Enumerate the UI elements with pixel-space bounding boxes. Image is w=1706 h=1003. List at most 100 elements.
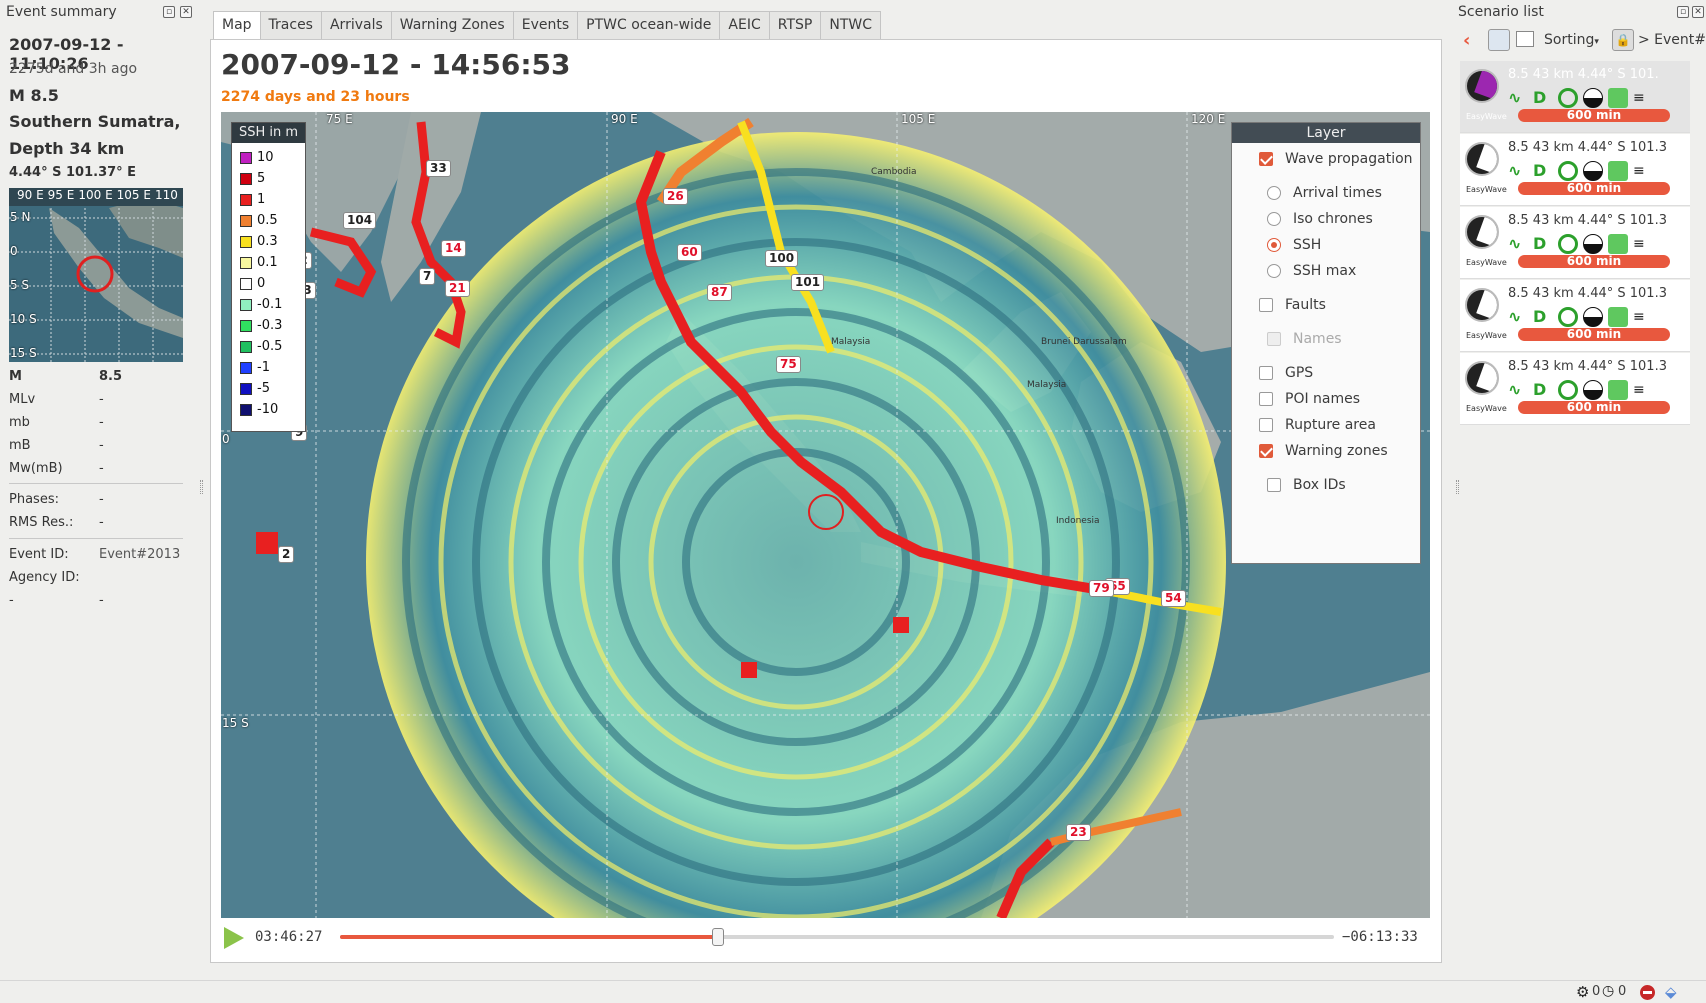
checkbox-icon[interactable] bbox=[1259, 392, 1273, 406]
lon-label: 90 E bbox=[611, 112, 638, 126]
layer-warning-zones[interactable]: Warning zones bbox=[1259, 443, 1388, 459]
mag-value: - bbox=[99, 461, 104, 476]
layer-box-ids[interactable]: Box IDs bbox=[1267, 477, 1346, 493]
scenario-item[interactable]: 8.5 43 km 4.44° S 101.3 ∿ D ≡ EasyWave 6… bbox=[1460, 280, 1690, 352]
layer-faults[interactable]: Faults bbox=[1259, 297, 1326, 313]
timeline-slider[interactable] bbox=[340, 928, 1334, 946]
divider bbox=[9, 483, 183, 484]
connection-icon[interactable]: ⬙ bbox=[1665, 983, 1677, 1001]
event-filter[interactable]: > Event#2 bbox=[1638, 32, 1706, 48]
radio-icon[interactable] bbox=[1267, 238, 1281, 252]
checkbox-icon[interactable] bbox=[1259, 444, 1273, 458]
zone-badge[interactable]: 26 bbox=[663, 188, 688, 205]
overview-minimap[interactable]: 90 E 95 E 100 E 105 E 110 5 N 0 5 S 10 S… bbox=[9, 188, 183, 362]
zone-badge[interactable]: 33 bbox=[426, 160, 451, 177]
timeline-handle[interactable] bbox=[711, 928, 724, 946]
scenario-status-icons: ∿ D ≡ bbox=[1508, 234, 1653, 254]
tab-events[interactable]: Events bbox=[513, 11, 579, 40]
halfdisk-icon bbox=[1583, 88, 1603, 108]
back-icon[interactable]: ‹ bbox=[1463, 30, 1470, 51]
gear-icon[interactable]: ⚙ bbox=[1576, 983, 1589, 1001]
tab-aeic[interactable]: AEIC bbox=[720, 11, 770, 40]
layer-poi-names[interactable]: POI names bbox=[1259, 391, 1360, 407]
beachball-icon bbox=[1465, 142, 1499, 176]
sorting-dropdown[interactable]: Sorting▾ bbox=[1544, 32, 1599, 48]
float-icon[interactable]: ▫ bbox=[163, 6, 175, 18]
tab-ntwc[interactable]: NTWC bbox=[821, 11, 881, 40]
play-icon[interactable] bbox=[224, 927, 244, 949]
checkbox-icon[interactable] bbox=[1267, 478, 1281, 492]
layer-wave-propagation[interactable]: Wave propagation bbox=[1259, 151, 1413, 167]
place-label: Brunei Darussalam bbox=[1041, 337, 1127, 347]
tab-rtsp[interactable]: RTSP bbox=[769, 11, 822, 40]
layer-ssh-max[interactable]: SSH max bbox=[1267, 263, 1356, 279]
clock-icon[interactable]: ◷ bbox=[1602, 983, 1614, 999]
detail-view-icon[interactable] bbox=[1516, 31, 1534, 47]
zone-badge[interactable]: 54 bbox=[1161, 590, 1186, 607]
zone-badge[interactable]: 104 bbox=[343, 212, 377, 229]
zone-badge[interactable]: 60 bbox=[677, 244, 702, 261]
layer-rupture-area[interactable]: Rupture area bbox=[1259, 417, 1376, 433]
dataset-icon: D bbox=[1533, 307, 1547, 326]
mag-label: Mw(mB) bbox=[9, 461, 63, 476]
dataset-icon: D bbox=[1533, 380, 1547, 399]
mag-label: MLv bbox=[9, 392, 36, 407]
layer-ssh[interactable]: SSH bbox=[1267, 237, 1321, 253]
zone-badge[interactable]: 79 bbox=[1089, 580, 1114, 597]
layer-gps[interactable]: GPS bbox=[1259, 365, 1313, 381]
scenario-item[interactable]: 8.5 43 km 4.44° S 101.3 ∿ D ≡ EasyWave 6… bbox=[1460, 207, 1690, 279]
duration-bar: 600 min bbox=[1518, 401, 1670, 414]
beachball-icon bbox=[1465, 361, 1499, 395]
stop-icon[interactable] bbox=[1640, 985, 1655, 1000]
seismo-icon: ≡ bbox=[1633, 163, 1645, 179]
checkbox-icon[interactable] bbox=[1259, 152, 1273, 166]
float-icon[interactable]: ▫ bbox=[1677, 6, 1689, 18]
layer-arrival-times[interactable]: Arrival times bbox=[1267, 185, 1382, 201]
radio-icon[interactable] bbox=[1267, 264, 1281, 278]
zone-badge[interactable]: 87 bbox=[707, 284, 732, 301]
simulation-age: 2274 days and 23 hours bbox=[221, 89, 410, 105]
zone-badge[interactable]: 75 bbox=[776, 356, 801, 373]
zone-badge[interactable]: 23 bbox=[1066, 824, 1091, 841]
beachball-icon bbox=[1465, 288, 1499, 322]
checkbox-icon[interactable] bbox=[1259, 418, 1273, 432]
close-icon[interactable]: ✕ bbox=[180, 6, 192, 18]
list-view-icon[interactable] bbox=[1488, 29, 1510, 51]
checkbox-icon[interactable] bbox=[1259, 366, 1273, 380]
tab-traces[interactable]: Traces bbox=[260, 11, 322, 40]
scenario-item[interactable]: 8.5 43 km 4.44° S 101.3 ∿ D ≡ EasyWave 6… bbox=[1460, 353, 1690, 425]
target-icon bbox=[1558, 380, 1578, 400]
radio-icon[interactable] bbox=[1267, 186, 1281, 200]
layer-iso-chrones[interactable]: Iso chrones bbox=[1267, 211, 1373, 227]
zone-badge[interactable]: 14 bbox=[441, 240, 466, 257]
zone-badge[interactable]: 101 bbox=[791, 274, 825, 291]
splitter-handle[interactable] bbox=[200, 480, 203, 494]
waveform-icon: ∿ bbox=[1508, 88, 1522, 107]
legend-label: -10 bbox=[257, 402, 279, 417]
zone-badge[interactable]: 7 bbox=[419, 268, 436, 285]
checkbox-icon[interactable] bbox=[1259, 298, 1273, 312]
zone-badge[interactable]: 21 bbox=[445, 280, 470, 297]
lock-icon[interactable]: 🔒 bbox=[1612, 29, 1634, 51]
zone-badge[interactable]: 2 bbox=[278, 546, 295, 563]
layer-label: Iso chrones bbox=[1293, 211, 1373, 227]
radio-icon[interactable] bbox=[1267, 212, 1281, 226]
place-label: Malaysia bbox=[1027, 380, 1067, 390]
tab-ptwc[interactable]: PTWC ocean-wide bbox=[578, 11, 721, 40]
check-icon bbox=[1608, 161, 1628, 181]
scenario-item[interactable]: 8.5 43 km 4.44° S 101.3 ∿ D ≡ EasyWave 6… bbox=[1460, 134, 1690, 206]
tab-warning-zones[interactable]: Warning Zones bbox=[391, 11, 514, 40]
close-icon[interactable]: ✕ bbox=[1692, 6, 1704, 18]
minimap-lat-label: 15 S bbox=[10, 346, 37, 360]
model-label: EasyWave bbox=[1466, 404, 1507, 413]
scenario-item[interactable]: 8.5 43 km 4.44° S 101. ∿ D ≡ EasyWave 60… bbox=[1460, 61, 1690, 133]
legend-label: 0.1 bbox=[257, 255, 278, 270]
zone-badge[interactable]: 100 bbox=[765, 250, 799, 267]
layer-label: Names bbox=[1293, 331, 1342, 347]
place-label: Malaysia bbox=[831, 337, 871, 347]
chevron-down-icon: ▾ bbox=[1594, 37, 1599, 47]
tab-map[interactable]: Map bbox=[213, 11, 261, 40]
check-icon bbox=[1608, 88, 1628, 108]
tab-arrivals[interactable]: Arrivals bbox=[321, 11, 392, 40]
splitter-handle[interactable] bbox=[1456, 480, 1459, 494]
